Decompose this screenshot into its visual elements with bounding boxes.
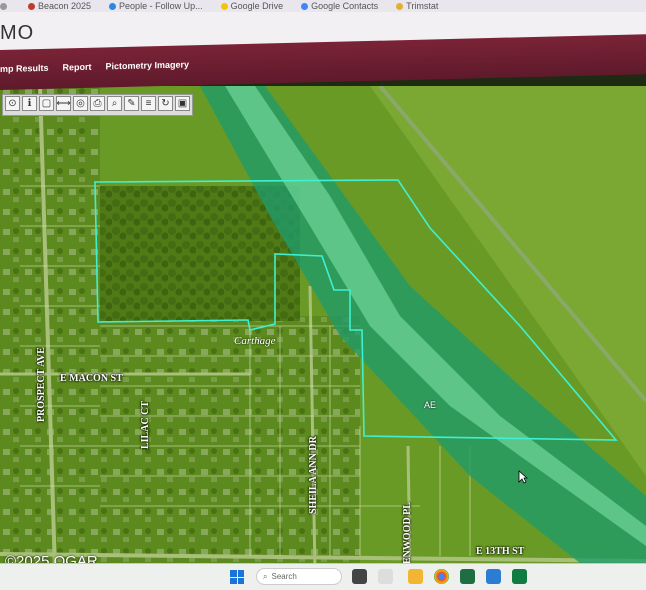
select-tool-icon[interactable]: ▢	[39, 96, 54, 111]
search-tool-icon[interactable]: ⌕	[107, 96, 122, 111]
measure-tool-icon[interactable]: ⟷	[56, 96, 71, 111]
google-drive-icon	[220, 2, 228, 10]
place-label-carthage: Carthage	[234, 335, 276, 347]
file-explorer-icon[interactable]	[408, 569, 423, 584]
taskbar-app-icon[interactable]	[486, 569, 501, 584]
residential-area-south	[100, 316, 360, 571]
map-toolbar: ⊙ ℹ ▢ ⟷ ◎ ⎙ ⌕ ✎ ≡ ↻ ▣	[2, 94, 193, 116]
map-viewport[interactable]: E MACON ST PROSPECT AVE LILAC CT SHEILA …	[0, 86, 646, 571]
bookmarks-bar: Beacon 2025 People - Follow Up... Google…	[0, 0, 646, 12]
street-label-e-13th: E 13TH ST	[476, 546, 525, 557]
identify-tool-icon[interactable]: ⊙	[5, 96, 20, 111]
taskbar-search-placeholder: Search	[271, 572, 297, 581]
info-tool-icon[interactable]: ℹ	[22, 96, 37, 111]
search-icon: ⌕	[263, 571, 268, 581]
buffer-tool-icon[interactable]: ◎	[73, 96, 88, 111]
bookmark-item[interactable]	[0, 2, 10, 10]
street-label-lilac: LILAC CT	[140, 400, 151, 449]
taskbar-app-icon[interactable]	[460, 569, 475, 584]
mouse-cursor-icon	[518, 470, 528, 484]
taskbar-app-icon[interactable]	[352, 569, 367, 584]
street-label-enwood: ENWOOD PL	[402, 502, 413, 564]
save-tool-icon[interactable]: ▣	[175, 96, 190, 111]
chrome-icon[interactable]	[434, 569, 449, 584]
bookmark-people[interactable]: People - Follow Up...	[109, 1, 203, 11]
page-title: MO	[0, 22, 35, 44]
nav-map-results[interactable]: mp Results	[0, 63, 49, 74]
taskbar-search[interactable]: ⌕ Search	[256, 568, 342, 585]
aerial-map	[0, 86, 646, 571]
residential-area-west	[0, 86, 100, 571]
people-icon	[109, 2, 117, 10]
bookmark-trimstat[interactable]: Trimstat	[396, 1, 438, 11]
print-tool-icon[interactable]: ⎙	[90, 96, 105, 111]
google-contacts-icon	[301, 2, 309, 10]
bookmark-google-drive[interactable]: Google Drive	[220, 1, 283, 11]
bookmark-icon	[0, 2, 7, 10]
street-label-prospect: PROSPECT AVE	[36, 347, 47, 422]
windows-start-icon[interactable]	[230, 570, 244, 584]
beacon-icon	[28, 2, 35, 10]
street-label-sheila-ann: SHEILA ANN DR	[308, 436, 319, 514]
taskbar-app-icon[interactable]	[378, 569, 393, 584]
street-label-e-macon: E MACON ST	[60, 373, 123, 384]
bookmark-google-contacts[interactable]: Google Contacts	[301, 1, 378, 11]
flood-zone-label: AE	[424, 400, 437, 410]
draw-tool-icon[interactable]: ✎	[124, 96, 139, 111]
refresh-tool-icon[interactable]: ↻	[158, 96, 173, 111]
taskbar: ⌕ Search	[0, 563, 646, 590]
excel-icon[interactable]	[512, 569, 527, 584]
layers-tool-icon[interactable]: ≡	[141, 96, 156, 111]
nav-report[interactable]: Report	[63, 62, 92, 73]
bookmark-beacon[interactable]: Beacon 2025	[28, 1, 91, 11]
bookmark-icon	[396, 2, 404, 10]
nav-pictometry-imagery[interactable]: Pictometry Imagery	[106, 59, 190, 71]
